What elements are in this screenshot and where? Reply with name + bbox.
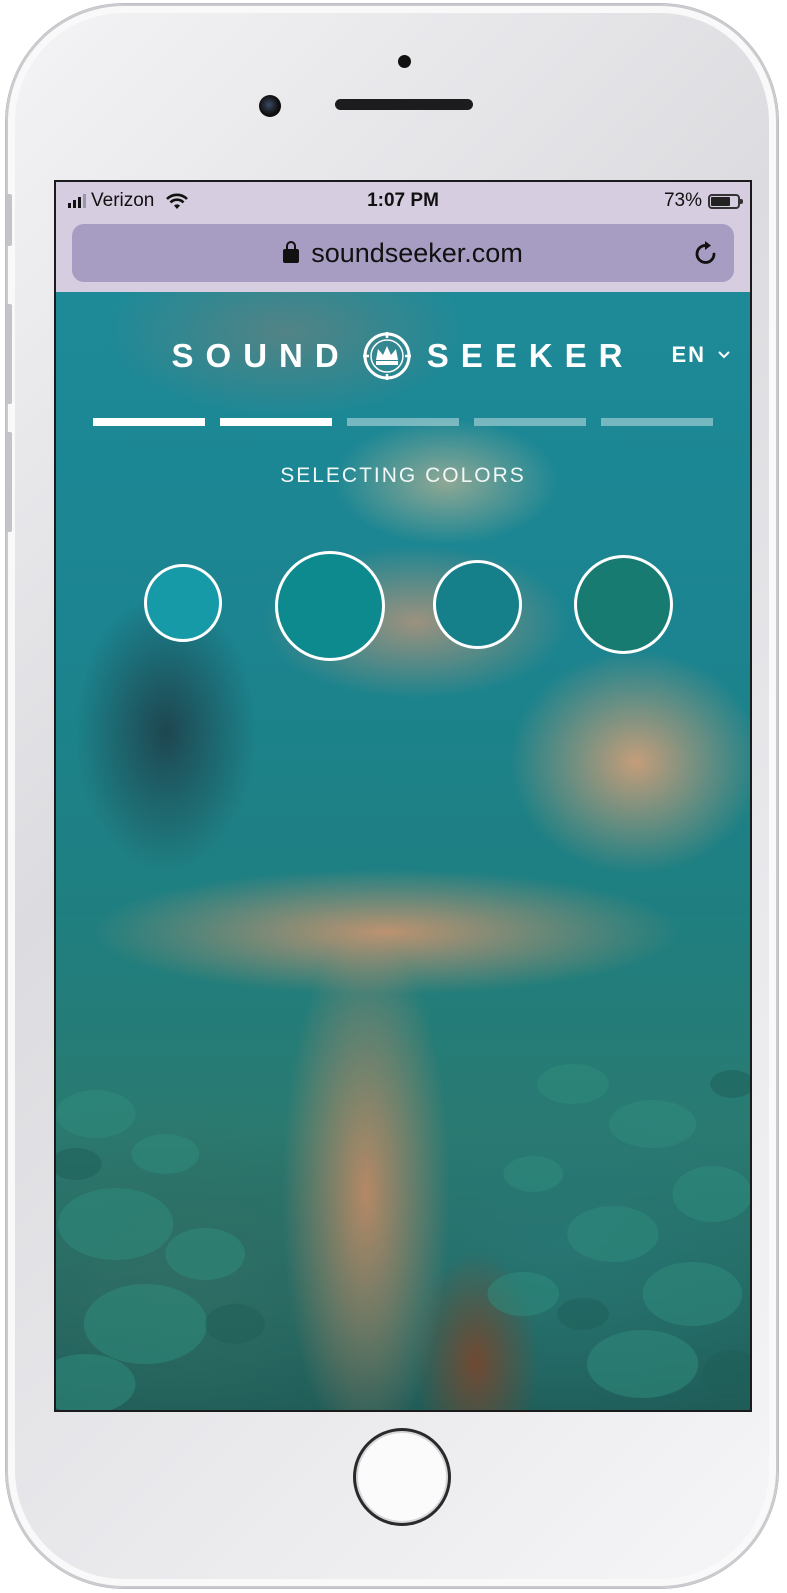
language-selector[interactable]: EN [671, 342, 730, 368]
battery-percent: 73% [663, 190, 702, 211]
step-title: SELECTING COLORS [280, 464, 526, 487]
url-display[interactable]: soundseeker.com [72, 238, 734, 269]
crown-icon [362, 332, 411, 380]
background-photo-rocks [56, 1064, 750, 1410]
battery-icon [708, 193, 743, 209]
chevron-down-icon [718, 351, 730, 359]
status-bar: Verizon 1:07 PM 73% [56, 182, 750, 220]
volume-down-button [6, 432, 12, 532]
web-content: SOUND SEEKER EN SELECTING COLORS [56, 292, 750, 1410]
logo-text-sound: SOUND [171, 337, 351, 374]
color-swatch-2[interactable] [275, 551, 385, 661]
language-label: EN [671, 342, 706, 367]
color-swatch-3[interactable] [433, 560, 522, 649]
progress-step-2 [220, 418, 332, 426]
address-bar[interactable]: soundseeker.com [72, 224, 734, 282]
phone-frame: Verizon 1:07 PM 73% soundseeker.com SOUN… [6, 4, 778, 1588]
progress-indicator [93, 418, 713, 426]
status-time: 1:07 PM [367, 190, 439, 211]
progress-step-1 [93, 418, 205, 426]
phone-screen: Verizon 1:07 PM 73% soundseeker.com SOUN… [54, 180, 752, 1412]
browser-toolbar: soundseeker.com [56, 220, 750, 292]
url-text: soundseeker.com [311, 238, 523, 268]
home-button[interactable] [353, 1428, 451, 1526]
color-swatch-1[interactable] [144, 564, 222, 642]
logo-text-seeker: SEEKER [426, 337, 635, 374]
proximity-sensor [398, 55, 411, 68]
mute-switch [6, 194, 12, 246]
progress-step-5 [601, 418, 713, 426]
front-camera [259, 95, 281, 117]
volume-up-button [6, 304, 12, 404]
lock-icon [283, 241, 300, 263]
color-swatch-4[interactable] [574, 555, 673, 654]
site-logo[interactable]: SOUND SEEKER [56, 330, 750, 382]
reload-icon[interactable] [692, 239, 720, 267]
status-right: 73% [663, 190, 743, 212]
progress-step-4 [474, 418, 586, 426]
battery-fill [711, 196, 730, 206]
earpiece-speaker [335, 99, 473, 110]
progress-step-3 [347, 418, 459, 426]
